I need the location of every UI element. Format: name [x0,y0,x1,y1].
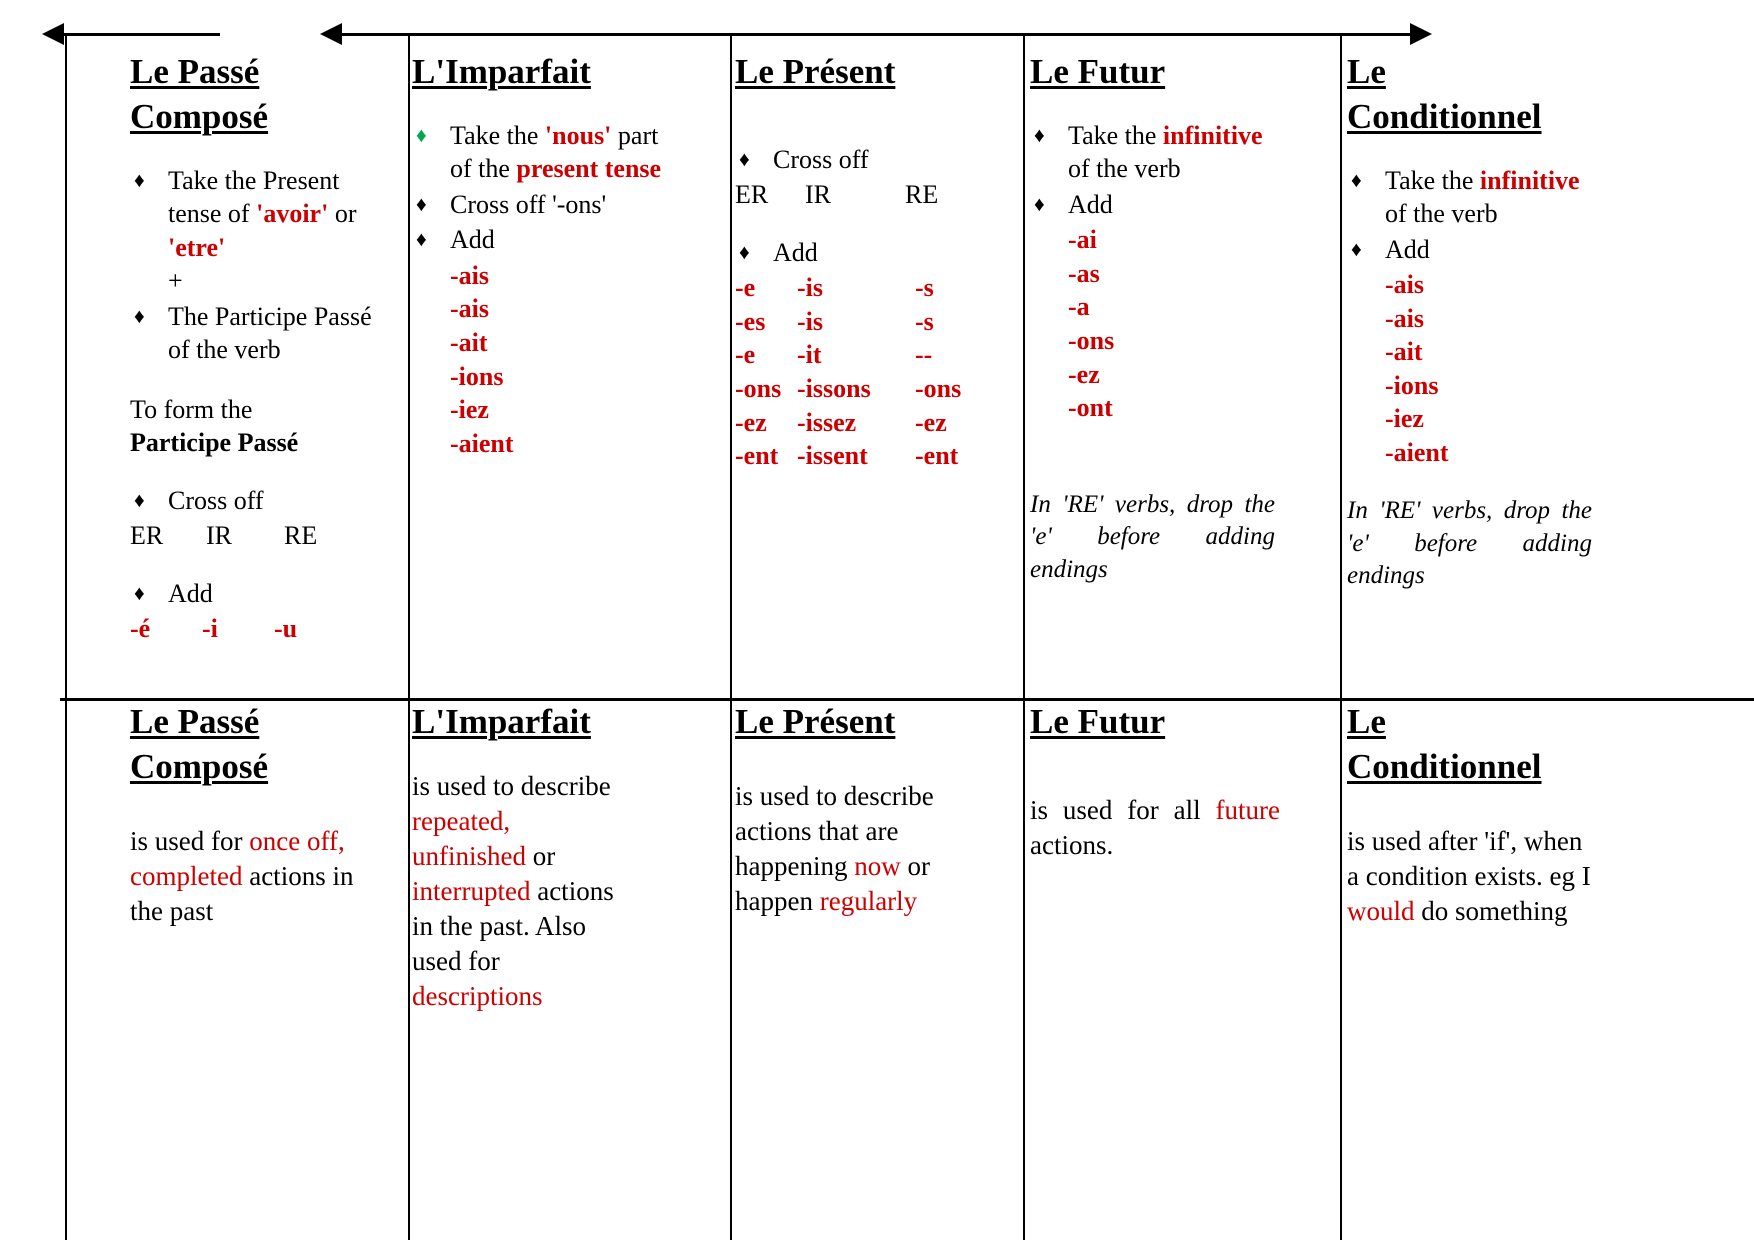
step-cross-off: ♦ Cross off [134,485,264,515]
bullet-diamond-icon: ♦ [739,239,750,264]
bullet-diamond-icon: ♦ [134,487,145,512]
usage-present-title: Le Présent [735,702,896,741]
bullet-diamond-icon: ♦ [134,167,145,192]
formation-conditionnel: Le Conditionnel ♦ Take the infinitive of… [1347,50,1592,593]
bullet-diamond-icon: ♦ [416,122,427,147]
step-take-infinitive: ♦ Take the infinitive of the verb [1351,165,1580,229]
formation-imparfait: L'Imparfait ♦ Take the 'nous' part of th… [412,50,662,460]
passe-compose-endings-row: -é -i -u [130,614,298,644]
column-divider-2 [730,36,732,1240]
bullet-diamond-icon: ♦ [416,191,427,216]
endings-row: -e -it -- [735,340,933,370]
usage-imparfait: L'Imparfait is used to describe repeated… [412,700,630,1014]
usage-present-text: is used to describe actions that are hap… [735,780,934,917]
imparfait-endings: -ais -ais -ait -ions -iez -aient [450,260,514,458]
usage-conditionnel-title: Le Conditionnel [1347,702,1542,786]
usage-conditionnel-text: is used after 'if', when a condition exi… [1347,825,1591,926]
bullet-diamond-icon: ♦ [416,227,427,252]
formation-passe-compose-steps-3: ♦ Add [130,577,380,611]
bullet-diamond-icon: ♦ [1034,122,1045,147]
formation-present-steps: ♦ Cross off [735,143,1020,177]
formation-futur-title: Le Futur [1030,52,1166,91]
participe-passe-subhead: To form the Participe Passé [130,394,299,458]
bullet-diamond-icon: ♦ [1351,236,1362,261]
bullet-diamond-icon: ♦ [1034,191,1045,216]
step-add: ♦ Add [739,237,818,267]
column-divider-3 [1023,36,1025,1240]
endings-row: -ez -issez -ez [735,407,947,437]
formation-futur: Le Futur ♦ Take the infinitive of the ve… [1030,50,1275,586]
endings-row: -ons -issons -ons [735,373,962,403]
formation-passe-compose-steps: ♦ Take the Present tense of 'avoir' or '… [130,164,380,367]
bullet-diamond-icon: ♦ [1351,167,1362,192]
column-divider-1 [408,36,410,1240]
column-divider-4 [1340,36,1342,1240]
usage-futur-text: is used for all future actions. [1030,794,1280,860]
bullet-diamond-icon: ♦ [134,303,145,328]
formation-present-steps-2: ♦ Add [735,236,1020,270]
plus-sign: + [168,266,183,296]
step-add: ♦ Add [134,578,213,608]
step-cross-off-ons: ♦ Cross off '-ons' [416,189,607,219]
futur-endings: -ai -as -a -ons -ez -ont [1068,225,1115,423]
formation-conditionnel-title: Le Conditionnel [1347,52,1542,136]
endings-row: -e -is -s [735,273,934,303]
usage-imparfait-text: is used to describe repeated, unfinished… [412,770,614,1012]
step-participe-passe: ♦ The Participe Passé of the verb [134,301,372,365]
step-add: ♦ Add [416,225,495,255]
step-take-nous: ♦ Take the 'nous' part of the present te… [416,120,662,184]
step-take-infinitive: ♦ Take the infinitive of the verb [1034,120,1263,184]
formation-imparfait-steps: ♦ Take the 'nous' part of the present te… [412,119,662,257]
usage-imparfait-title: L'Imparfait [412,702,591,741]
formation-passe-compose: Le Passé Composé ♦ Take the Present tens… [130,50,380,646]
bullet-diamond-icon: ♦ [134,580,145,605]
usage-present: Le Présent is used to describe actions t… [735,700,970,919]
step-add: ♦ Add [1351,234,1430,264]
formation-present: Le Présent ♦ Cross off ER IR RE ♦ Add -e… [735,50,1020,473]
passe-compose-stem-row: ER IR RE [130,521,318,551]
conditionnel-re-note: In 'RE' verbs, drop the 'e' before addin… [1347,497,1592,590]
usage-futur: Le Futur is used for all future actions. [1030,700,1280,863]
formation-conditionnel-steps: ♦ Take the infinitive of the verb ♦ Add [1347,164,1592,267]
usage-passe-compose-title: Le Passé Composé [130,702,269,786]
endings-row: -ent -issent -ent [735,441,959,471]
usage-passe-compose-text: is used for once off, completed actions … [130,825,354,926]
step-cross-off: ♦ Cross off [739,144,869,174]
step-add: ♦ Add [1034,189,1113,219]
formation-present-title: Le Présent [735,52,896,91]
present-stem-row: ER IR RE [735,180,939,210]
endings-row: -es -is -s [735,306,934,336]
usage-passe-compose: Le Passé Composé is used for once off, c… [130,700,380,929]
formation-imparfait-title: L'Imparfait [412,52,591,91]
futur-re-note: In 'RE' verbs, drop the 'e' before addin… [1030,490,1275,583]
conditionnel-endings: -ais -ais -ait -ions -iez -aient [1385,270,1449,467]
formation-passe-compose-title: Le Passé Composé [130,52,269,136]
formation-passe-compose-steps-2: ♦ Cross off [130,484,380,518]
column-divider-0 [65,36,67,1240]
present-endings-table: -e -is -s -es -is -s -e -it -- -ons -iss… [735,271,1020,472]
bullet-diamond-icon: ♦ [739,146,750,171]
usage-futur-title: Le Futur [1030,702,1166,741]
step-take-auxiliary: ♦ Take the Present tense of 'avoir' or '… [134,165,357,296]
usage-conditionnel: Le Conditionnel is used after 'if', when… [1347,700,1597,929]
formation-futur-steps: ♦ Take the infinitive of the verb ♦ Add [1030,119,1275,222]
